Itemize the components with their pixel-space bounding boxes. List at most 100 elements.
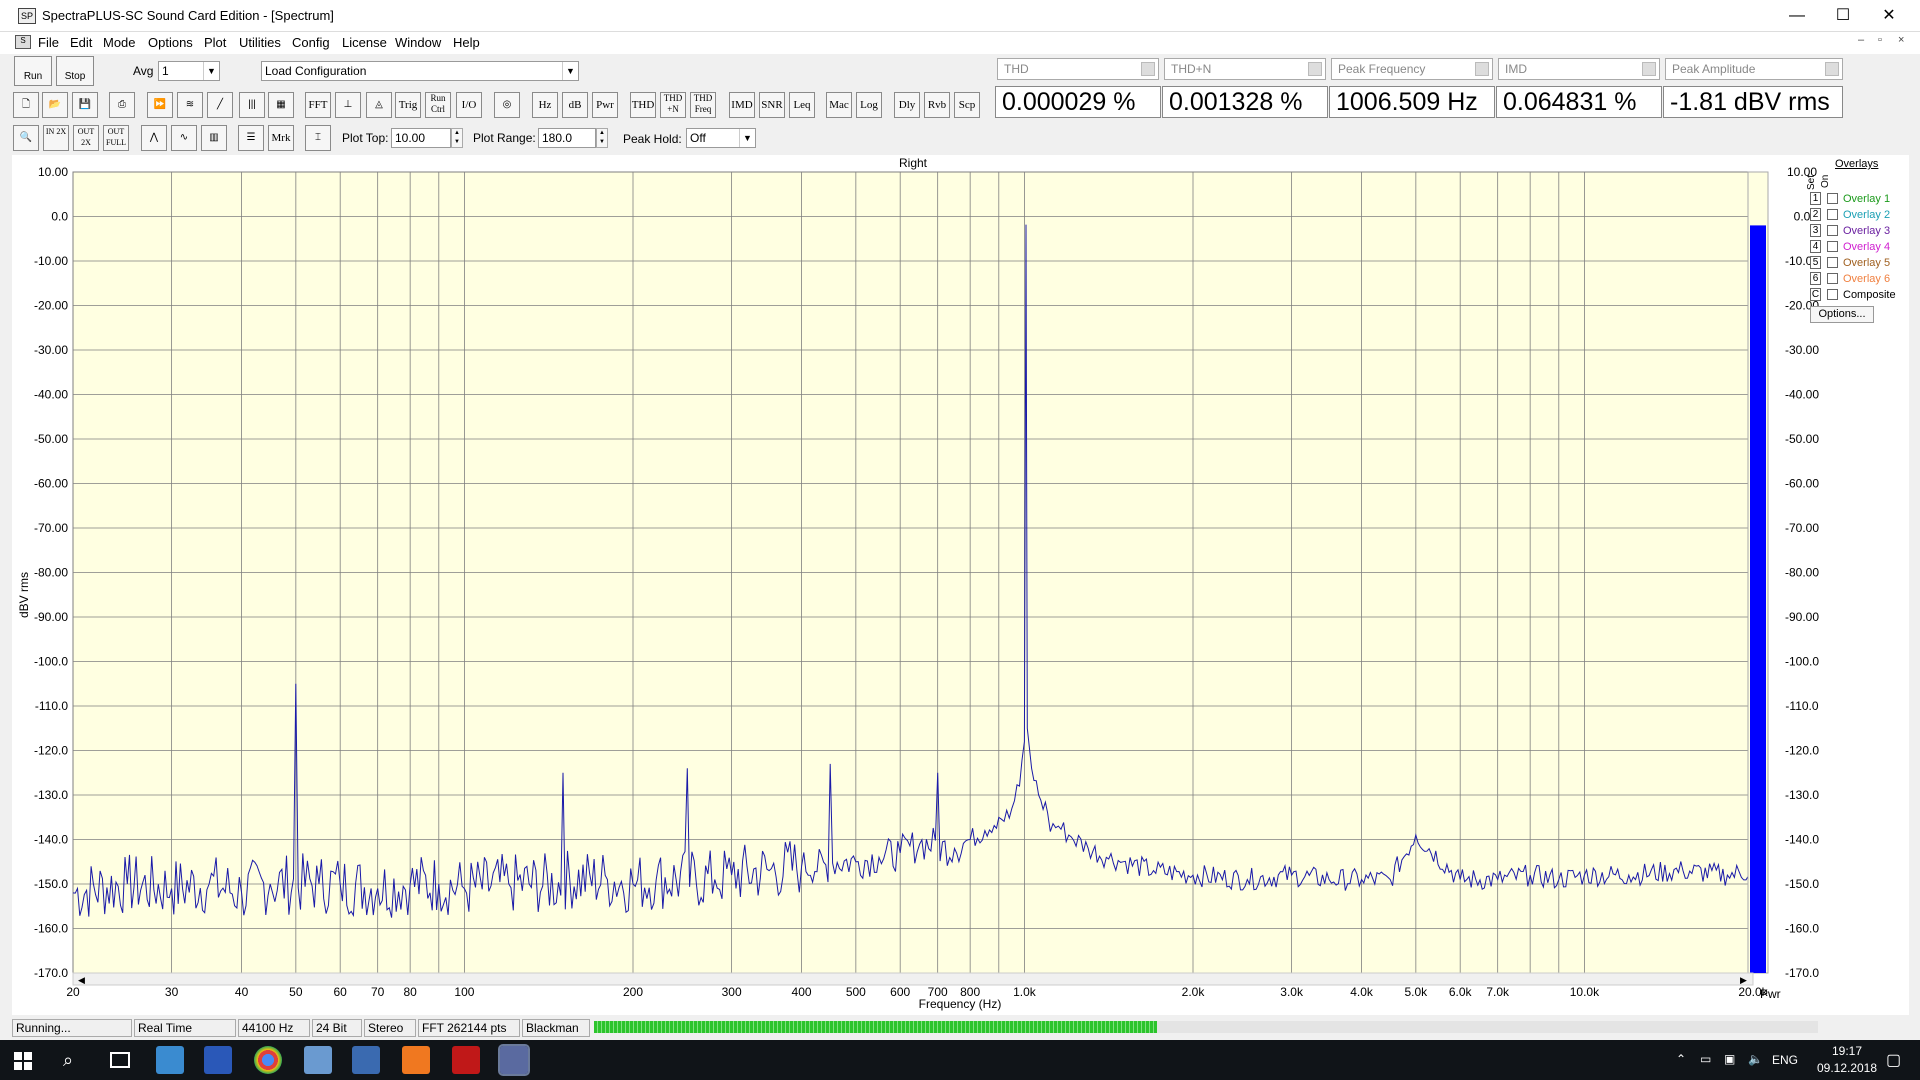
menu-license[interactable]: License: [342, 35, 387, 50]
rvb-button[interactable]: Rvb: [924, 92, 950, 118]
mdi-minimize-button[interactable]: –: [1858, 34, 1864, 46]
thd-freq-button[interactable]: THD Freq: [690, 92, 716, 118]
plot-top-input[interactable]: 10.00: [391, 128, 451, 148]
overlay-set-button[interactable]: 3: [1810, 224, 1821, 237]
bars-icon[interactable]: |||: [239, 92, 265, 118]
notepad-icon[interactable]: [304, 1046, 332, 1074]
menu-file[interactable]: File: [38, 35, 59, 50]
thd-button[interactable]: THD: [630, 92, 656, 118]
peak-icon[interactable]: ⋀: [141, 125, 167, 151]
overlay-options-button[interactable]: Options...: [1810, 306, 1874, 323]
imd-button[interactable]: IMD: [729, 92, 755, 118]
scope-icon[interactable]: ◬: [366, 92, 392, 118]
network-icon[interactable]: ▭: [1700, 1052, 1711, 1066]
window-app-icon[interactable]: [352, 1046, 380, 1074]
task-view-icon[interactable]: [110, 1052, 130, 1068]
red-app-icon[interactable]: [452, 1046, 480, 1074]
clock-date[interactable]: 09.12.2018: [1806, 1061, 1888, 1075]
mdi-close-button[interactable]: ×: [1898, 34, 1904, 46]
db-button[interactable]: dB: [562, 92, 588, 118]
overlay-on-checkbox[interactable]: [1827, 241, 1838, 252]
explorer-icon[interactable]: [156, 1046, 184, 1074]
cursor-icon[interactable]: ⌶: [305, 125, 331, 151]
doc-icon[interactable]: S: [15, 35, 31, 49]
overlay-on-checkbox[interactable]: [1827, 209, 1838, 220]
thdn-button[interactable]: THD +N: [660, 92, 686, 118]
run-ctrl-button[interactable]: Run Ctrl: [425, 92, 451, 118]
trig-button[interactable]: Trig: [395, 92, 421, 118]
plot-range-spinner[interactable]: ▲ ▼: [596, 128, 608, 148]
orange-app-icon[interactable]: [402, 1046, 430, 1074]
peak-hold-select[interactable]: Off ▼: [686, 128, 756, 148]
zoom-icon[interactable]: 🔍: [13, 125, 39, 151]
pwr-button[interactable]: Pwr: [592, 92, 618, 118]
volume-icon[interactable]: 🔈: [1748, 1052, 1763, 1066]
language-indicator[interactable]: ENG: [1772, 1053, 1798, 1067]
overlay-on-checkbox[interactable]: [1827, 193, 1838, 204]
leq-button[interactable]: Leq: [789, 92, 815, 118]
marker-button[interactable]: Mrk: [268, 125, 294, 151]
fft-button[interactable]: FFT: [305, 92, 331, 118]
minimize-button[interactable]: —: [1774, 0, 1820, 32]
search-icon[interactable]: ⌕: [63, 1050, 73, 1071]
overlay-set-button[interactable]: 1: [1810, 192, 1821, 205]
io-button[interactable]: I/O: [456, 92, 482, 118]
scp-button[interactable]: Scp: [954, 92, 980, 118]
overlay-set-button[interactable]: 4: [1810, 240, 1821, 253]
analyzer-icon[interactable]: ≋: [177, 92, 203, 118]
close-button[interactable]: ✕: [1866, 0, 1912, 32]
bar-chart-icon[interactable]: ▥: [201, 125, 227, 151]
overlay-on-checkbox[interactable]: [1827, 225, 1838, 236]
maximize-button[interactable]: ☐: [1820, 0, 1866, 32]
menu-options[interactable]: Options: [148, 35, 193, 50]
spectraplus-taskbar-icon[interactable]: [498, 1044, 530, 1076]
plot-range-input[interactable]: 180.0: [538, 128, 596, 148]
axis-icon[interactable]: ⊥: [335, 92, 361, 118]
overlay-set-button[interactable]: 5: [1810, 256, 1821, 269]
waterfall-icon[interactable]: ▦: [268, 92, 294, 118]
print-icon[interactable]: ⎙: [109, 92, 135, 118]
clock-time[interactable]: 19:17: [1822, 1044, 1872, 1058]
windows-start-icon[interactable]: [14, 1052, 32, 1070]
menu-plot[interactable]: Plot: [204, 35, 226, 50]
snr-button[interactable]: SNR: [759, 92, 785, 118]
zoom-out-full-button[interactable]: OUT FULL: [103, 125, 129, 151]
hz-button[interactable]: Hz: [532, 92, 558, 118]
ramp-icon[interactable]: ╱: [207, 92, 233, 118]
overlay-on-checkbox[interactable]: [1827, 257, 1838, 268]
list-icon[interactable]: ☰: [238, 125, 264, 151]
zoom-in-2x-button[interactable]: IN 2X: [43, 125, 69, 151]
menu-config[interactable]: Config: [292, 35, 330, 50]
menu-help[interactable]: Help: [453, 35, 480, 50]
log-button[interactable]: Log: [856, 92, 882, 118]
mac-button[interactable]: Mac: [826, 92, 852, 118]
display-icon[interactable]: ▣: [1724, 1052, 1735, 1066]
run-button[interactable]: Run: [14, 56, 52, 86]
menu-mode[interactable]: Mode: [103, 35, 136, 50]
notifications-icon[interactable]: ▢: [1886, 1050, 1901, 1070]
avg-select[interactable]: 1 ▼: [158, 61, 220, 81]
new-icon[interactable]: 🗋: [13, 92, 39, 118]
overlay-set-button[interactable]: 6: [1810, 272, 1821, 285]
overlay-on-checkbox[interactable]: [1827, 273, 1838, 284]
menu-edit[interactable]: Edit: [70, 35, 92, 50]
tray-chevron-icon[interactable]: ⌃: [1676, 1052, 1686, 1066]
stop-button[interactable]: Stop: [56, 56, 94, 86]
save-icon[interactable]: 💾: [72, 92, 98, 118]
open-icon[interactable]: 📂: [42, 92, 68, 118]
overlay-set-button[interactable]: C: [1810, 288, 1821, 301]
plot-top-spinner[interactable]: ▲ ▼: [451, 128, 463, 148]
menu-window[interactable]: Window: [395, 35, 441, 50]
spectrum-chart[interactable]: 10.00 0.0 -10.00 -20.00 -30.00 -40.00 -50.00 -6…: [12, 155, 1909, 1015]
zoom-out-2x-button[interactable]: OUT 2X: [73, 125, 99, 151]
generator-icon[interactable]: ◎: [494, 92, 520, 118]
dly-button[interactable]: Dly: [894, 92, 920, 118]
save-app-icon[interactable]: [204, 1046, 232, 1074]
fast-forward-icon[interactable]: ⏩: [147, 92, 173, 118]
curve-icon[interactable]: ∿: [171, 125, 197, 151]
overlay-set-button[interactable]: 2: [1810, 208, 1821, 221]
config-select[interactable]: Load Configuration ▼: [261, 61, 579, 81]
overlay-on-checkbox[interactable]: [1827, 289, 1838, 300]
chrome-icon[interactable]: [254, 1046, 282, 1074]
menu-utilities[interactable]: Utilities: [239, 35, 281, 50]
